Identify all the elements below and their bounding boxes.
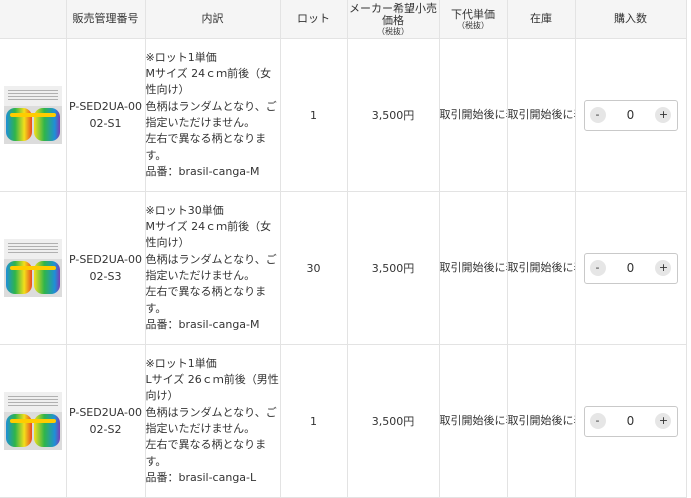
desc-line: ※ロット1単価 <box>145 50 217 64</box>
product-thumbnail[interactable] <box>3 392 62 450</box>
header-msrp-label: メーカー希望小売価格 <box>349 1 437 27</box>
increment-button[interactable]: + <box>655 107 672 123</box>
decrement-button[interactable]: - <box>589 107 606 123</box>
quantity-stepper: - 0 + <box>583 405 678 437</box>
header-desc: 内訳 <box>145 0 281 39</box>
header-stock: 在庫 <box>507 0 576 39</box>
quantity-stepper: - 0 + <box>583 99 678 131</box>
sandal-strap <box>9 266 56 270</box>
header-msrp: メーカー希望小売価格 （税抜） <box>347 0 440 39</box>
header-code: 販売管理番号 <box>66 0 146 39</box>
header-msrp-sub: （税抜） <box>377 26 409 36</box>
thumbnail-notice <box>3 239 62 259</box>
msrp-value: 3,500円 <box>347 38 440 192</box>
desc-line: 左右で異なる柄となります。 <box>145 132 267 162</box>
desc-line: ※ロット30単価 <box>145 203 224 217</box>
lot-value: 30 <box>280 191 348 345</box>
header-qty: 購入数 <box>575 0 687 39</box>
qty-cell: - 0 + <box>575 344 687 498</box>
decrement-button[interactable]: - <box>589 260 606 276</box>
product-thumbnail[interactable] <box>3 239 62 297</box>
quantity-stepper: - 0 + <box>583 252 678 284</box>
product-code: P-SED2UA-0002-S3 <box>66 191 146 345</box>
stock-value: 取引開始後に表示 <box>507 38 576 192</box>
thumbnail-notice <box>3 392 62 412</box>
product-desc: ※ロット30単価 Mサイズ 24ｃｍ前後（女性向け） 色柄はランダムとなり、ご指… <box>145 191 281 345</box>
decrement-button[interactable]: - <box>589 413 606 429</box>
desc-line: Mサイズ 24ｃｍ前後（女性向け） <box>145 220 272 250</box>
product-thumbnail[interactable] <box>3 86 62 144</box>
table-row: P-SED2UA-0002-S3 ※ロット30単価 Mサイズ 24ｃｍ前後（女性… <box>0 191 687 345</box>
table-header-row: 販売管理番号 内訳 ロット メーカー希望小売価格 （税抜） 下代単価 （税抜） … <box>0 0 687 39</box>
table-row: P-SED2UA-0002-S2 ※ロット1単価 Lサイズ 26ｃｍ前後（男性向… <box>0 344 687 498</box>
msrp-value: 3,500円 <box>347 344 440 498</box>
lot-value: 1 <box>280 38 348 192</box>
product-image-cell <box>0 38 67 192</box>
desc-line: 品番：brasil-canga-M <box>145 317 260 331</box>
header-wholesale-label: 下代単価 <box>451 7 495 21</box>
desc-line: 左右で異なる柄となります。 <box>145 438 267 468</box>
sandal-strap <box>9 113 56 117</box>
desc-line: Lサイズ 26ｃｍ前後（男性向け） <box>145 373 279 403</box>
product-desc: ※ロット1単価 Lサイズ 26ｃｍ前後（男性向け） 色柄はランダムとなり、ご指定… <box>145 344 281 498</box>
quantity-value[interactable]: 0 <box>627 261 635 275</box>
wholesale-value: 取引開始後に表示 <box>439 38 508 192</box>
increment-button[interactable]: + <box>655 260 672 276</box>
wholesale-value: 取引開始後に表示 <box>439 191 508 345</box>
desc-line: 色柄はランダムとなり、ご指定いただけません。 <box>145 405 277 435</box>
header-wholesale-sub: （税抜） <box>457 20 489 30</box>
stock-value: 取引開始後に表示 <box>507 191 576 345</box>
desc-line: 品番：brasil-canga-M <box>145 164 260 178</box>
desc-line: 色柄はランダムとなり、ご指定いただけません。 <box>145 252 277 282</box>
quantity-value[interactable]: 0 <box>627 108 635 122</box>
qty-cell: - 0 + <box>575 191 687 345</box>
product-desc: ※ロット1単価 Mサイズ 24ｃｍ前後（女性向け） 色柄はランダムとなり、ご指定… <box>145 38 281 192</box>
desc-line: ※ロット1単価 <box>145 356 217 370</box>
desc-line: 左右で異なる柄となります。 <box>145 285 267 315</box>
thumbnail-notice <box>3 86 62 106</box>
product-image-cell <box>0 344 67 498</box>
header-wholesale: 下代単価 （税抜） <box>439 0 508 39</box>
header-image <box>0 0 67 39</box>
increment-button[interactable]: + <box>655 413 672 429</box>
table-row: P-SED2UA-0002-S1 ※ロット1単価 Mサイズ 24ｃｍ前後（女性向… <box>0 38 687 192</box>
wholesale-value: 取引開始後に表示 <box>439 344 508 498</box>
quantity-value[interactable]: 0 <box>627 414 635 428</box>
lot-value: 1 <box>280 344 348 498</box>
desc-line: 色柄はランダムとなり、ご指定いただけません。 <box>145 99 277 129</box>
product-code: P-SED2UA-0002-S2 <box>66 344 146 498</box>
desc-line: Mサイズ 24ｃｍ前後（女性向け） <box>145 67 272 97</box>
product-variant-table: 販売管理番号 内訳 ロット メーカー希望小売価格 （税抜） 下代単価 （税抜） … <box>0 0 687 498</box>
product-code: P-SED2UA-0002-S1 <box>66 38 146 192</box>
stock-value: 取引開始後に表示 <box>507 344 576 498</box>
msrp-value: 3,500円 <box>347 191 440 345</box>
header-lot: ロット <box>280 0 348 39</box>
product-image-cell <box>0 191 67 345</box>
sandal-strap <box>9 419 56 423</box>
qty-cell: - 0 + <box>575 38 687 192</box>
